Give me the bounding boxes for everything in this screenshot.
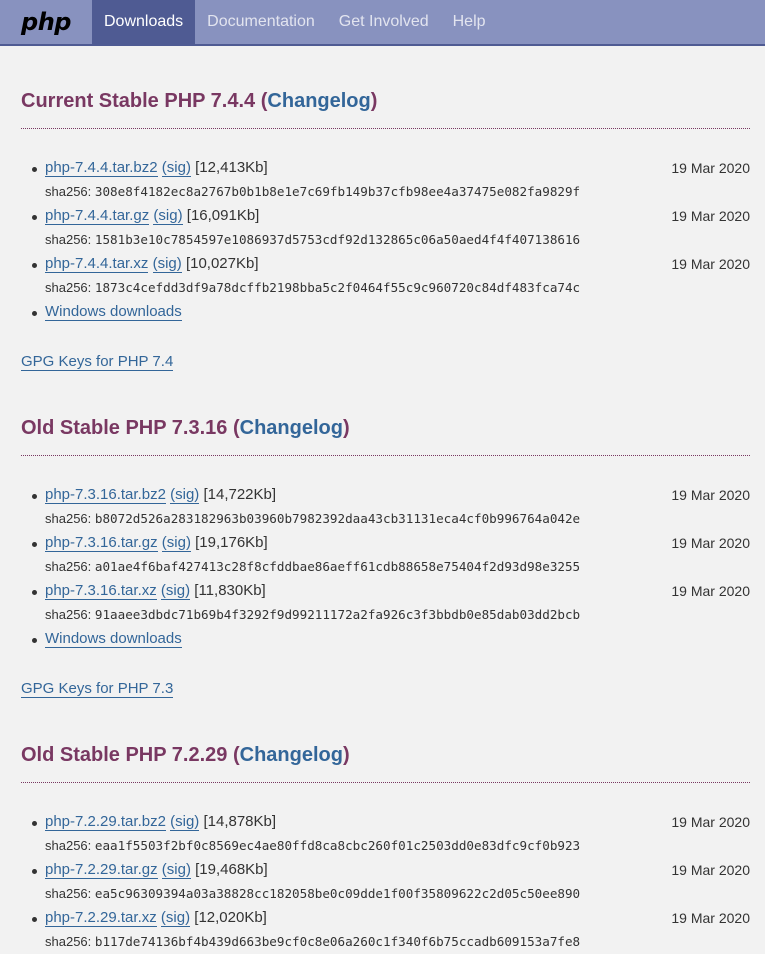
file-size: [11,830Kb] (194, 582, 266, 599)
nav-get-involved[interactable]: Get Involved (327, 0, 441, 44)
release-date: 19 Mar 2020 (671, 535, 750, 551)
windows-downloads-link[interactable]: Windows downloads (45, 303, 182, 321)
sig-link[interactable]: (sig) (152, 255, 182, 273)
sha256-row: sha256: eaa1f5503f2bf0c8569ec4ae80ffd8ca… (45, 838, 581, 853)
sha256-hash: 1581b3e10c7854597e1086937d5753cdf92d1328… (94, 232, 581, 247)
sig-link[interactable]: (sig) (161, 534, 191, 552)
changelog-link[interactable]: Changelog (240, 417, 343, 439)
sha256-hash: eaa1f5503f2bf0c8569ec4ae80ffd8ca8cbc260f… (94, 838, 581, 853)
sha256-row: sha256: 1581b3e10c7854597e1086937d5753cd… (45, 232, 581, 247)
sig-link[interactable]: (sig) (170, 486, 200, 504)
sig-link[interactable]: (sig) (160, 582, 191, 600)
main-content: Current Stable PHP 7.4.4 (Changelog) php… (0, 86, 765, 954)
windows-downloads-link[interactable]: Windows downloads (45, 630, 182, 648)
file-list: php-7.4.4.tar.bz2 (sig) [12,413Kb] 19 Mar… (21, 156, 750, 324)
sig-link[interactable]: (sig) (161, 861, 191, 879)
sha256-row: sha256: ea5c96309394a03a38828cc182058be0… (45, 886, 581, 901)
sha256-row: sha256: 1873c4cefdd3df9a78dcffb2198bba5c… (45, 280, 581, 295)
sig-link[interactable]: (sig) (153, 207, 183, 225)
release-date: 19 Mar 2020 (671, 487, 750, 503)
sha256-row: sha256: b8072d526a283182963b03960b798239… (45, 511, 581, 526)
sha256-hash: a01ae4f6baf427413c28f8cfddbae86aeff61cdb… (94, 559, 581, 574)
divider (21, 128, 750, 129)
list-item: php-7.3.16.tar.gz (sig) [19,176Kb] 19 Mar… (21, 531, 750, 579)
gpg-keys-link[interactable]: GPG Keys for PHP 7.3 (21, 680, 174, 698)
file-link[interactable]: php-7.4.4.tar.bz2 (45, 159, 158, 177)
file-link[interactable]: php-7.2.29.tar.bz2 (45, 813, 166, 831)
divider (21, 782, 750, 783)
release-date: 19 Mar 2020 (671, 256, 750, 272)
sha256-hash: b117de74136bf4b439d663be9cf0c8e06a260c1f… (94, 934, 581, 949)
sig-link[interactable]: (sig) (170, 813, 200, 831)
file-size: [19,176Kb] (195, 534, 268, 551)
file-link[interactable]: php-7.2.29.tar.xz (45, 909, 157, 927)
list-item: php-7.2.29.tar.bz2 (sig) [14,878Kb] 19 Ma… (21, 810, 750, 858)
top-navbar: php Downloads Documentation Get Involved… (0, 0, 765, 46)
release-version: Old Stable PHP 7.2.29 (21, 744, 228, 766)
release-date: 19 Mar 2020 (671, 814, 750, 830)
file-size: [14,878Kb] (203, 813, 277, 830)
list-item: php-7.3.16.tar.xz (sig) [11,830Kb] 19 Mar… (21, 579, 750, 627)
release-date: 19 Mar 2020 (671, 160, 750, 176)
file-link[interactable]: php-7.4.4.tar.xz (45, 255, 149, 273)
list-item: php-7.4.4.tar.xz (sig) [10,027Kb] 19 Mar … (21, 252, 750, 300)
file-size: [16,091Kb] (186, 207, 260, 224)
gpg-keys-link[interactable]: GPG Keys for PHP 7.4 (21, 353, 174, 371)
divider (21, 455, 750, 456)
file-link[interactable]: php-7.2.29.tar.gz (45, 861, 158, 879)
file-size: [10,027Kb] (185, 255, 259, 272)
file-list: php-7.2.29.tar.bz2 (sig) [14,878Kb] 19 Ma… (21, 810, 750, 954)
release-section: Current Stable PHP 7.4.4 (Changelog) php… (21, 86, 750, 374)
sha256-hash: ea5c96309394a03a38828cc182058be0c09dde1f… (94, 886, 581, 901)
php-logo[interactable]: php (0, 0, 92, 44)
changelog-link[interactable]: Changelog (240, 744, 343, 766)
release-title: Current Stable PHP 7.4.4 (Changelog) (21, 90, 378, 112)
release-version: Current Stable PHP 7.4.4 (21, 90, 256, 112)
release-version: Old Stable PHP 7.3.16 (21, 417, 228, 439)
file-list: php-7.3.16.tar.bz2 (sig) [14,722Kb] 19 Ma… (21, 483, 750, 651)
changelog-link[interactable]: Changelog (267, 90, 370, 112)
nav-downloads[interactable]: Downloads (92, 0, 196, 44)
list-item: php-7.3.16.tar.bz2 (sig) [14,722Kb] 19 Ma… (21, 483, 750, 531)
release-date: 19 Mar 2020 (671, 583, 750, 599)
gpg-keys-row: GPG Keys for PHP 7.4 (21, 350, 750, 374)
sha256-row: sha256: 308e8f4182ec8a2767b0b1b8e1e7c69f… (45, 184, 581, 199)
file-size: [12,020Kb] (194, 909, 267, 926)
file-link[interactable]: php-7.4.4.tar.gz (45, 207, 150, 225)
sha256-hash: b8072d526a283182963b03960b7982392daa43cb… (94, 511, 581, 526)
release-title: Old Stable PHP 7.3.16 (Changelog) (21, 417, 350, 439)
file-size: [19,468Kb] (195, 861, 268, 878)
sha256-hash: 91aaee3dbdc71b69b4f3292f9d99211172a2fa92… (94, 607, 581, 622)
sha256-row: sha256: 91aaee3dbdc71b69b4f3292f9d992111… (45, 607, 581, 622)
release-section: Old Stable PHP 7.2.29 (Changelog) php-7.… (21, 740, 750, 954)
file-link[interactable]: php-7.3.16.tar.xz (45, 582, 157, 600)
file-size: [12,413Kb] (195, 159, 268, 176)
list-item: php-7.2.29.tar.gz (sig) [19,468Kb] 19 Mar… (21, 858, 750, 906)
list-item: php-7.2.29.tar.xz (sig) [12,020Kb] 19 Mar… (21, 906, 750, 954)
list-item: Windows downloads (21, 627, 750, 651)
file-link[interactable]: php-7.3.16.tar.bz2 (45, 486, 166, 504)
sha256-row: sha256: b117de74136bf4b439d663be9cf0c8e0… (45, 934, 581, 949)
list-item: php-7.4.4.tar.bz2 (sig) [12,413Kb] 19 Mar… (21, 156, 750, 204)
sig-link[interactable]: (sig) (161, 159, 191, 177)
release-date: 19 Mar 2020 (671, 208, 750, 224)
file-link[interactable]: php-7.3.16.tar.gz (45, 534, 158, 552)
gpg-keys-row: GPG Keys for PHP 7.3 (21, 677, 750, 701)
list-item: php-7.4.4.tar.gz (sig) [16,091Kb] 19 Mar … (21, 204, 750, 252)
release-section: Old Stable PHP 7.3.16 (Changelog) php-7.… (21, 413, 750, 701)
release-title: Old Stable PHP 7.2.29 (Changelog) (21, 744, 350, 766)
nav-help[interactable]: Help (441, 0, 498, 44)
nav-documentation[interactable]: Documentation (195, 0, 327, 44)
sha256-hash: 1873c4cefdd3df9a78dcffb2198bba5c2f0464f5… (94, 280, 581, 295)
file-size: [14,722Kb] (203, 486, 277, 503)
release-date: 19 Mar 2020 (671, 862, 750, 878)
sig-link[interactable]: (sig) (160, 909, 191, 927)
sha256-row: sha256: a01ae4f6baf427413c28f8cfddbae86a… (45, 559, 581, 574)
list-item: Windows downloads (21, 300, 750, 324)
release-date: 19 Mar 2020 (671, 910, 750, 926)
sha256-hash: 308e8f4182ec8a2767b0b1b8e1e7c69fb149b37c… (94, 184, 581, 199)
